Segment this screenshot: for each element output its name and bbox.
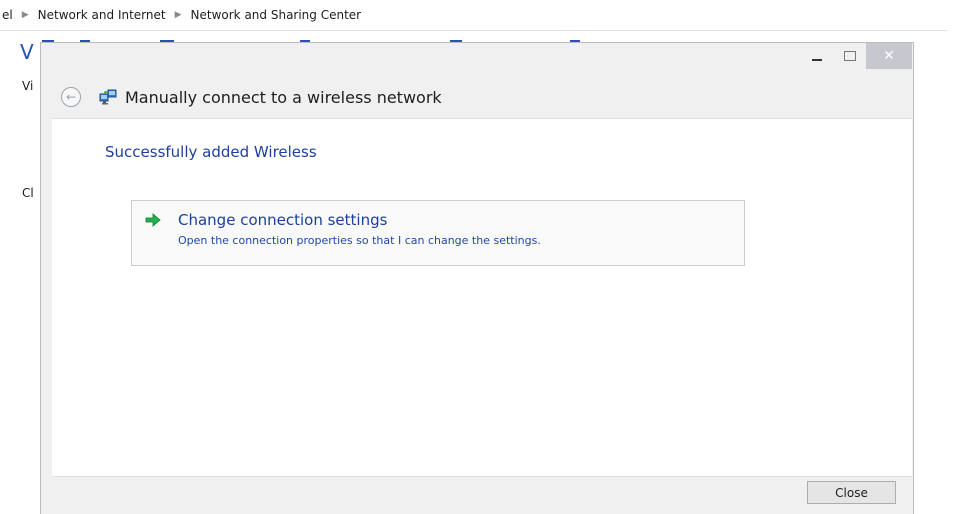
back-arrow-icon: ← <box>65 90 77 104</box>
green-arrow-icon <box>145 213 161 227</box>
close-icon: ✕ <box>883 48 895 64</box>
background-page-title: V <box>20 40 34 64</box>
breadcrumb: el ▶ Network and Internet ▶ Network and … <box>0 0 947 31</box>
dialog-title: Manually connect to a wireless network <box>125 87 442 107</box>
maximize-button[interactable] <box>833 43 866 69</box>
breadcrumb-item-network-sharing-center[interactable]: Network and Sharing Center <box>191 8 362 22</box>
option-description: Open the connection properties so that I… <box>178 234 541 247</box>
window-controls: ✕ <box>800 43 912 69</box>
dialog-header: ← Manually connect to a wireless network <box>61 83 442 111</box>
background-text-fragment: Vi <box>22 79 34 93</box>
dialog-content: Successfully added Wireless Change conne… <box>52 118 912 477</box>
success-message: Successfully added Wireless <box>105 143 317 161</box>
background-text-fragment: Cl <box>22 186 34 200</box>
maximize-icon <box>843 51 856 61</box>
breadcrumb-item-network-internet[interactable]: Network and Internet <box>38 8 166 22</box>
window-close-button[interactable]: ✕ <box>866 43 912 69</box>
breadcrumb-item-control-panel[interactable]: el <box>2 8 13 22</box>
wireless-connect-dialog: ✕ ← Manually connect to a wireless netwo… <box>40 42 914 514</box>
change-connection-settings-option[interactable]: Change connection settings Open the conn… <box>131 200 745 266</box>
close-button[interactable]: Close <box>807 481 896 504</box>
network-connection-icon <box>99 89 117 105</box>
option-title: Change connection settings <box>178 211 388 229</box>
breadcrumb-separator-icon: ▶ <box>174 10 182 20</box>
back-button[interactable]: ← <box>61 87 81 107</box>
minimize-button[interactable] <box>800 43 833 69</box>
minimize-icon <box>811 59 822 61</box>
breadcrumb-separator-icon: ▶ <box>21 10 29 20</box>
